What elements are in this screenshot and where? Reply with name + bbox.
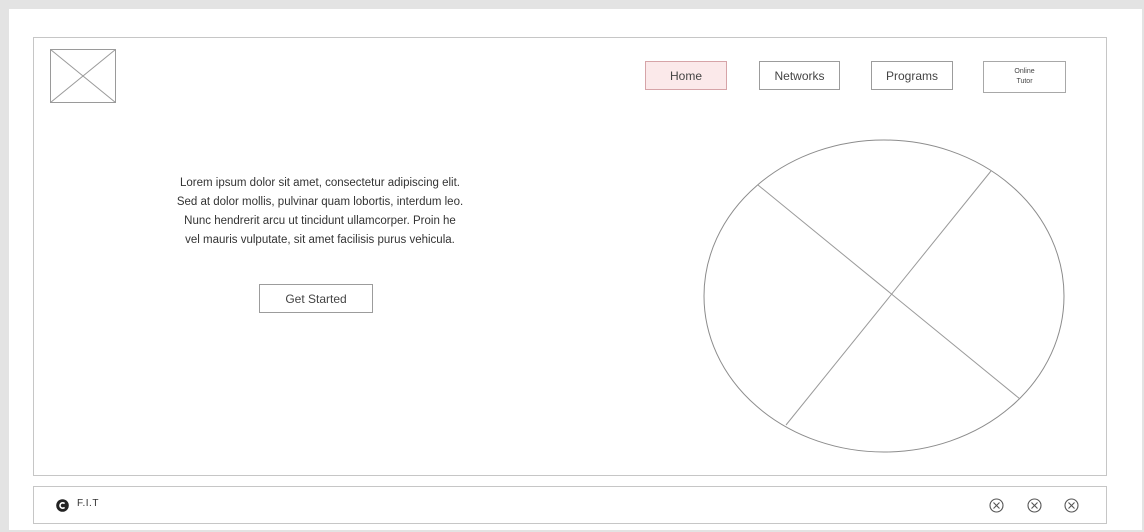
circle-x-icon[interactable]	[989, 498, 1004, 513]
nav-programs-label: Programs	[885, 68, 938, 83]
nav-networks-label: Networks	[774, 68, 825, 83]
circle-x-icon[interactable]	[1064, 498, 1079, 513]
nav-online-tutor-label-line2: Tutor	[1016, 78, 1033, 85]
get-started-button[interactable]: Get Started	[259, 284, 373, 313]
nav-home-label: Home	[669, 68, 702, 83]
copyright-icon	[56, 499, 69, 512]
nav-programs-button[interactable]: Programs	[871, 61, 953, 90]
intro-line-2: Sed at dolor mollis, pulvinar quam lobor…	[176, 196, 464, 208]
nav-online-tutor-label-line1: Online	[1014, 68, 1035, 75]
nav-online-tutor-button[interactable]: Online Tutor	[983, 61, 1066, 93]
get-started-label: Get Started	[285, 291, 347, 306]
intro-line-3: Nunc hendrerit arcu ut tincidunt ullamco…	[184, 215, 456, 227]
logo-placeholder-icon[interactable]	[50, 49, 116, 103]
circle-x-icon[interactable]	[1027, 498, 1042, 513]
nav-home-button[interactable]: Home	[645, 61, 727, 90]
footer-brand: F.I.T	[77, 498, 99, 509]
intro-line-1: Lorem ipsum dolor sit amet, consectetur …	[180, 177, 460, 189]
hero-image-placeholder-icon	[703, 139, 1065, 453]
footer-bar: F.I.T	[33, 486, 1107, 524]
intro-paragraph: Lorem ipsum dolor sit amet, consectetur …	[80, 174, 560, 250]
nav-networks-button[interactable]: Networks	[759, 61, 840, 90]
intro-line-4: vel mauris vulputate, sit amet facilisis…	[185, 234, 455, 246]
